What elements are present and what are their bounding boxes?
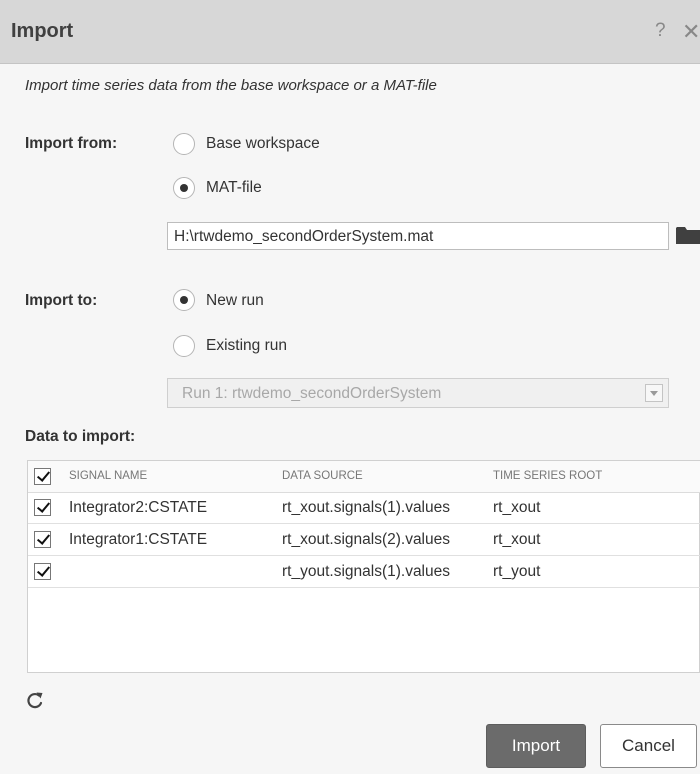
row-checkbox[interactable] — [34, 563, 51, 580]
title-bar: Import ? ✕ — [0, 0, 700, 64]
select-all-checkbox[interactable] — [34, 468, 51, 485]
row-checkbox[interactable] — [34, 531, 51, 548]
data-source-cell: rt_xout.signals(2).values — [282, 531, 450, 548]
chevron-down-icon[interactable] — [645, 384, 663, 402]
data-to-import-label: Data to import: — [25, 428, 136, 445]
signals-table: SIGNAL NAME DATA SOURCE TIME SERIES ROOT… — [27, 460, 700, 673]
time-series-root-cell: rt_yout — [493, 563, 541, 580]
close-icon[interactable]: ✕ — [682, 19, 700, 45]
folder-icon[interactable] — [676, 226, 700, 244]
header-data-source[interactable]: DATA SOURCE — [282, 470, 363, 482]
table-header: SIGNAL NAME DATA SOURCE TIME SERIES ROOT — [28, 461, 700, 493]
time-series-root-cell: rt_xout — [493, 499, 541, 516]
table-row[interactable]: Integrator2:CSTATE rt_xout.signals(1).va… — [28, 492, 700, 524]
radio-base-workspace-label[interactable]: Base workspace — [206, 135, 320, 153]
data-source-cell: rt_xout.signals(1).values — [282, 499, 450, 516]
existing-run-select[interactable]: Run 1: rtwdemo_secondOrderSystem — [167, 378, 669, 408]
import-to-label: Import to: — [25, 292, 98, 309]
radio-new-run[interactable] — [173, 289, 195, 311]
signal-name-cell: Integrator1:CSTATE — [69, 531, 208, 548]
table-row[interactable]: rt_yout.signals(1).values rt_yout — [28, 556, 700, 588]
data-source-cell: rt_yout.signals(1).values — [282, 563, 450, 580]
help-icon[interactable]: ? — [655, 20, 666, 42]
import-from-label: Import from: — [25, 135, 118, 152]
radio-new-run-label[interactable]: New run — [206, 292, 264, 310]
radio-existing-run-label[interactable]: Existing run — [206, 337, 287, 355]
dialog-description: Import time series data from the base wo… — [25, 77, 437, 94]
mat-file-path-input[interactable]: H:\rtwdemo_secondOrderSystem.mat — [167, 222, 669, 250]
signal-name-cell: Integrator2:CSTATE — [69, 499, 208, 516]
import-button[interactable]: Import — [486, 724, 586, 768]
row-checkbox[interactable] — [34, 499, 51, 516]
table-row[interactable]: Integrator1:CSTATE rt_xout.signals(2).va… — [28, 524, 700, 556]
radio-base-workspace[interactable] — [173, 133, 195, 155]
existing-run-select-value: Run 1: rtwdemo_secondOrderSystem — [182, 385, 442, 402]
dialog-title: Import — [11, 20, 74, 42]
refresh-icon[interactable] — [24, 689, 46, 711]
import-dialog: Import ? ✕ Import time series data from … — [0, 0, 700, 774]
cancel-button[interactable]: Cancel — [600, 724, 697, 768]
header-time-series-root[interactable]: TIME SERIES ROOT — [493, 470, 602, 482]
time-series-root-cell: rt_xout — [493, 531, 541, 548]
radio-mat-file[interactable] — [173, 177, 195, 199]
radio-existing-run[interactable] — [173, 335, 195, 357]
header-signal-name[interactable]: SIGNAL NAME — [69, 470, 147, 482]
radio-mat-file-label[interactable]: MAT-file — [206, 179, 262, 197]
